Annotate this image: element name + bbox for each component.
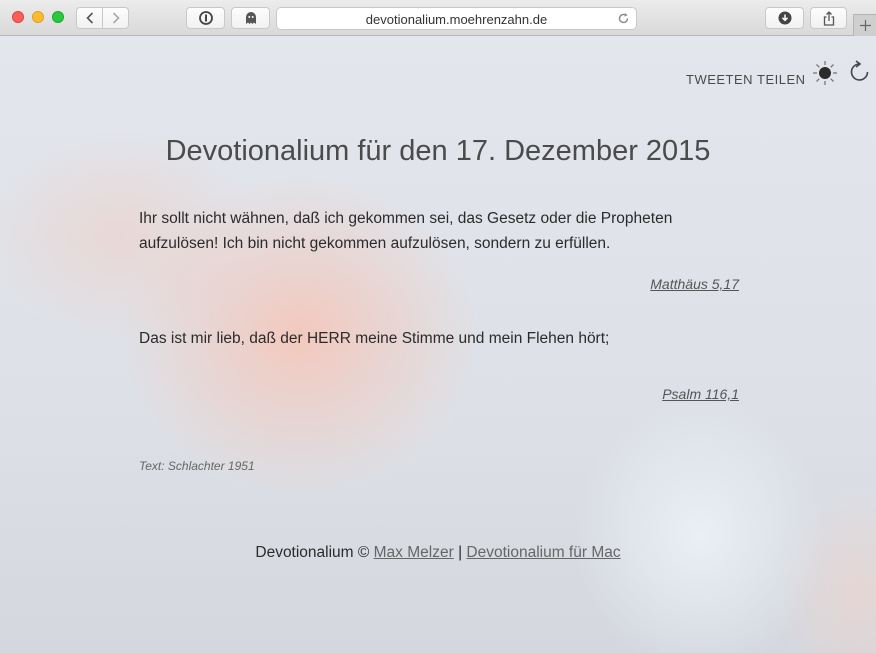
verse-line: aufzulösen! Ich bin nicht gekommen aufzu…: [139, 235, 611, 252]
url-text: devotionalium.moehrenzahn.de: [365, 12, 548, 27]
page-content: TWEETEN TEILEN Devotionalium für den 17.…: [0, 36, 876, 653]
minimize-window-button[interactable]: [32, 11, 44, 23]
forward-button[interactable]: [102, 8, 128, 28]
zoom-window-button[interactable]: [52, 11, 64, 23]
share-link[interactable]: TEILEN: [757, 72, 806, 87]
verse-text: Ihr sollt nicht wähnen, daß ich gekommen…: [139, 206, 739, 256]
share-button[interactable]: [810, 7, 847, 29]
share-icon: [823, 10, 834, 26]
downloads-button[interactable]: [765, 7, 804, 29]
tweet-link[interactable]: TWEETEN: [686, 72, 753, 87]
mac-app-link[interactable]: Devotionalium für Mac: [466, 544, 620, 561]
password-manager-icon: [198, 11, 213, 25]
chevron-right-icon: [112, 12, 120, 24]
sun-icon[interactable]: [812, 60, 838, 86]
verse-reference-link[interactable]: Matthäus 5,17: [650, 276, 739, 292]
address-bar[interactable]: devotionalium.moehrenzahn.de: [276, 7, 637, 30]
plus-icon: [859, 20, 871, 31]
new-tab-button[interactable]: [853, 14, 876, 36]
refresh-icon[interactable]: [848, 60, 872, 84]
footer-separator: |: [458, 544, 463, 561]
translation-note: Text: Schlachter 1951: [139, 459, 255, 473]
page-title: Devotionalium für den 17. Dezember 2015: [165, 135, 711, 167]
verse-text: Das ist mir lieb, daß der HERR meine Sti…: [139, 326, 739, 351]
ghost-icon: [245, 12, 256, 24]
password-extension-button[interactable]: [186, 7, 225, 29]
chevron-left-icon: [85, 12, 93, 24]
author-link[interactable]: Max Melzer: [374, 544, 454, 561]
footer-brand: Devotionalium ©: [255, 544, 370, 561]
reload-icon[interactable]: [617, 12, 630, 25]
back-button[interactable]: [77, 8, 102, 28]
download-icon: [778, 11, 791, 25]
browser-toolbar: devotionalium.moehrenzahn.de: [0, 0, 876, 36]
close-window-button[interactable]: [12, 11, 24, 23]
verse-reference-link[interactable]: Psalm 116,1: [662, 386, 739, 402]
ghostery-extension-button[interactable]: [231, 7, 270, 29]
verse-line: Ihr sollt nicht wähnen, daß ich gekommen…: [139, 210, 673, 227]
verse-line: Das ist mir lieb, daß der HERR meine Sti…: [139, 330, 610, 347]
footer: Devotionalium © Max Melzer | Devotionali…: [0, 544, 876, 562]
navigation-buttons: [76, 7, 129, 29]
